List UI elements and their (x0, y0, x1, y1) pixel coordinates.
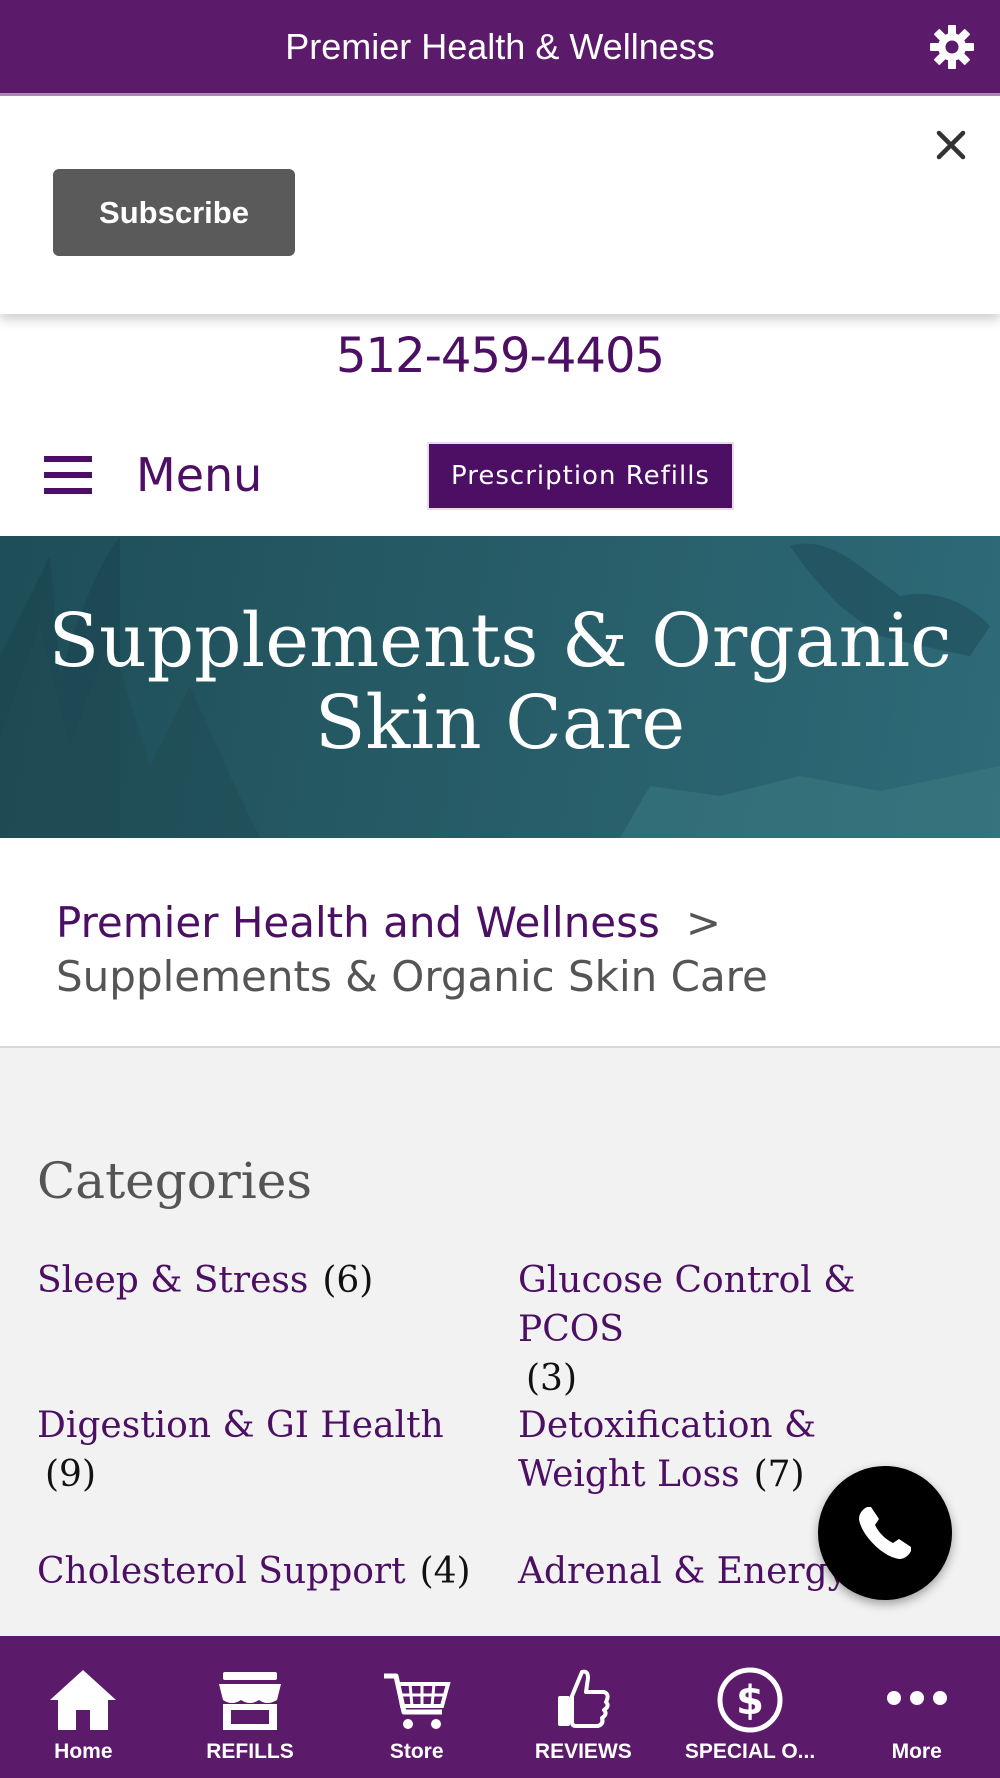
prescription-refills-button[interactable]: Prescription Refills (427, 442, 734, 510)
svg-text:$: $ (736, 1678, 764, 1724)
hero-title: Supplements & Organic Skin Care (0, 600, 1000, 764)
tab-store-label: Store (389, 1740, 444, 1763)
tab-reviews-label: REVIEWS (534, 1740, 632, 1763)
breadcrumb-section: Premier Health and Wellness > Supplements… (0, 838, 1000, 1048)
category-link-digestion-gi[interactable]: Digestion & GI Health (37, 1405, 444, 1446)
subscribe-banner: Subscribe (0, 96, 1000, 314)
menu-toggle[interactable]: Menu (44, 440, 262, 510)
tab-store[interactable]: Store (333, 1636, 500, 1778)
category-link-sleep-stress[interactable]: Sleep & Stress (37, 1260, 308, 1301)
nav-row: Menu Prescription Refills (0, 430, 1000, 530)
category-link-cholesterol[interactable]: Cholesterol Support (37, 1551, 406, 1592)
category-item: Digestion & GI Health (9) (37, 1401, 477, 1499)
tab-more-label: More (891, 1740, 942, 1763)
category-count: (3) (526, 1358, 577, 1399)
tab-special-offers-label: SPECIAL O... (684, 1740, 816, 1763)
category-count: (7) (753, 1454, 805, 1495)
menu-label: Menu (136, 448, 263, 502)
call-button[interactable] (818, 1466, 952, 1600)
tab-more[interactable]: More (833, 1636, 1000, 1778)
phone-icon (859, 1507, 911, 1559)
category-count: (6) (322, 1260, 374, 1301)
tab-home[interactable]: Home (0, 1636, 167, 1778)
app-header: Premier Health & Wellness (0, 0, 1000, 96)
hero-title-line-2: Skin Care (314, 680, 686, 766)
breadcrumb: Premier Health and Wellness > Supplements… (56, 896, 768, 1004)
hero-title-line-1: Supplements & Organic (48, 598, 952, 684)
category-link-adrenal-energy[interactable]: Adrenal & Energy (518, 1551, 848, 1592)
storefront-icon (219, 1672, 281, 1730)
breadcrumb-separator: > (685, 898, 722, 947)
category-item: Cholesterol Support (4) (37, 1547, 477, 1596)
category-count: (4) (419, 1551, 471, 1592)
home-icon (50, 1670, 117, 1730)
bottom-tab-bar: Home REFILLS Store REVIEWS $ SPECIAL O..… (0, 1636, 1000, 1778)
categories-heading: Categories (37, 1152, 312, 1210)
category-item: Sleep & Stress (6) (37, 1256, 477, 1305)
phone-number[interactable]: 512-459-4405 (0, 328, 1000, 384)
phone-number-text: 512-459-4405 (335, 328, 665, 384)
thumbs-up-icon (558, 1669, 610, 1728)
hero-banner: Supplements & Organic Skin Care (0, 536, 1000, 838)
app-title: Premier Health & Wellness (285, 25, 715, 67)
tab-refills[interactable]: REFILLS (167, 1636, 334, 1778)
category-link-glucose-pcos[interactable]: Glucose Control & PCOS (518, 1260, 855, 1350)
dollar-icon: $ (717, 1667, 783, 1733)
gear-icon[interactable] (928, 23, 976, 71)
breadcrumb-current: Supplements & Organic Skin Care (56, 952, 768, 1001)
breadcrumb-parent-link[interactable]: Premier Health and Wellness (56, 898, 660, 947)
tab-reviews[interactable]: REVIEWS (500, 1636, 667, 1778)
tab-special-offers[interactable]: $ SPECIAL O... (667, 1636, 834, 1778)
category-item: Glucose Control & PCOS (3) (518, 1256, 958, 1403)
cart-icon (383, 1673, 451, 1729)
hamburger-icon (44, 456, 92, 494)
more-icon (886, 1691, 947, 1705)
close-icon[interactable] (930, 124, 972, 166)
tab-home-label: Home (54, 1740, 113, 1763)
subscribe-button[interactable]: Subscribe (53, 169, 295, 256)
tab-refills-label: REFILLS (206, 1740, 294, 1763)
category-count: (9) (45, 1454, 96, 1495)
